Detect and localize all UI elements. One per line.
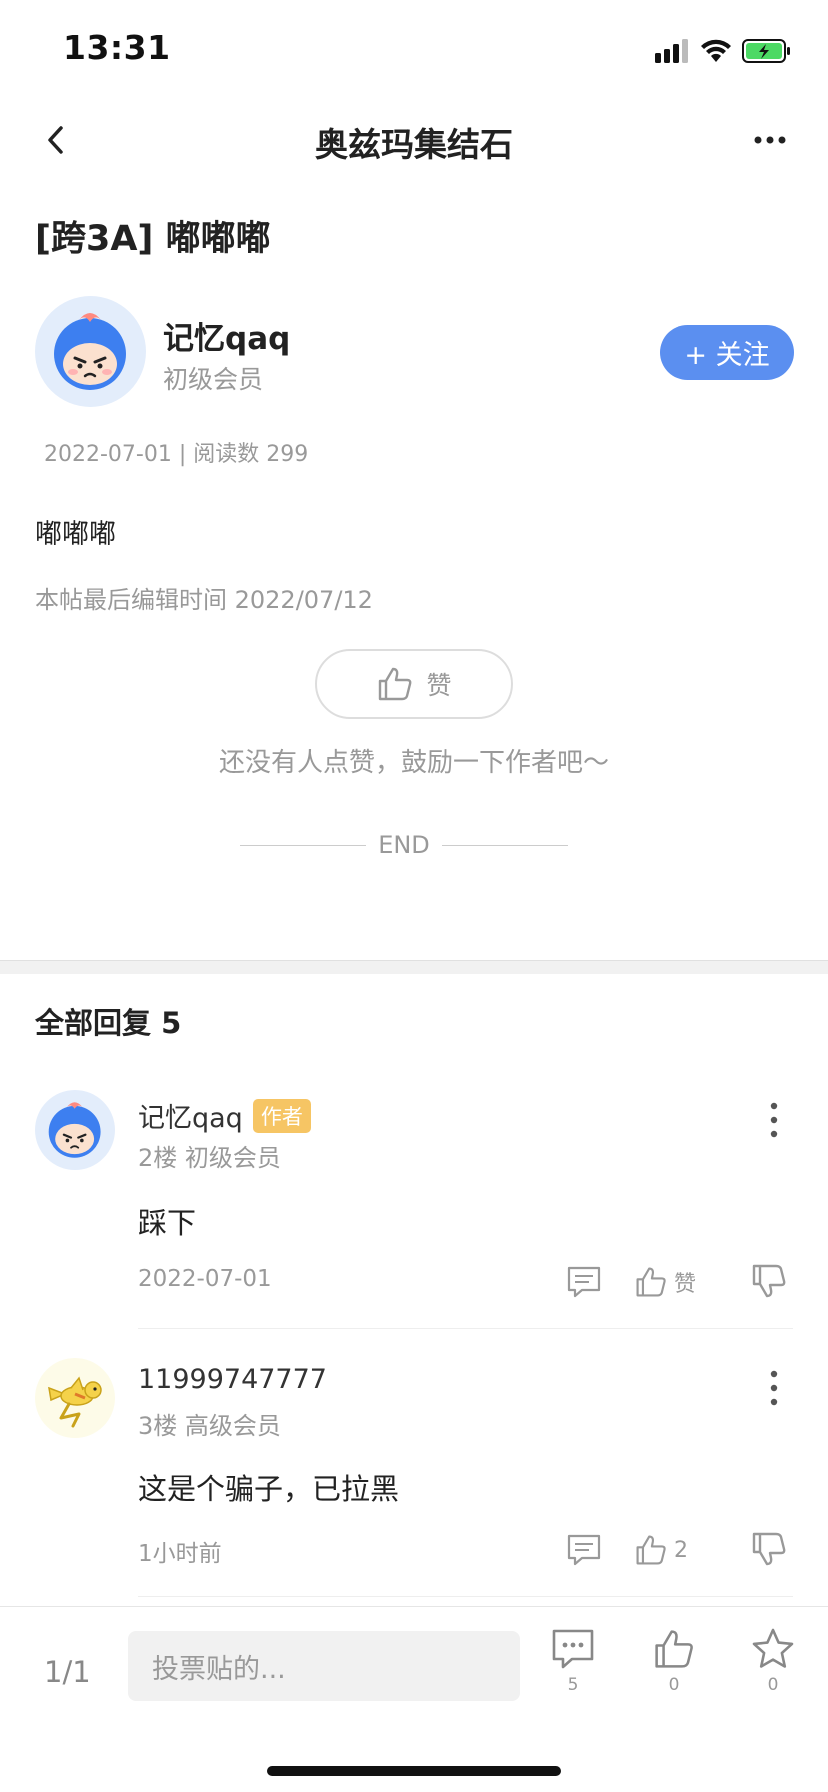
avatar-image <box>54 313 126 390</box>
status-icons <box>654 36 792 66</box>
reply-like-button[interactable]: 赞 <box>634 1262 696 1302</box>
thumbs-up-icon <box>655 1630 693 1668</box>
thumbs-down-icon[interactable] <box>750 1262 788 1300</box>
thumbs-up-icon <box>636 1267 666 1297</box>
follow-button[interactable]: + 关注 <box>660 325 794 380</box>
like-button[interactable]: 0 <box>644 1627 704 1695</box>
more-icon[interactable] <box>750 122 790 158</box>
reply-text: 踩下 <box>138 1206 197 1240</box>
like-label: 赞 <box>426 671 452 700</box>
thumbs-up-icon <box>379 667 412 701</box>
comment-count: 5 <box>567 1675 579 1695</box>
favorite-button[interactable]: 0 <box>743 1627 803 1695</box>
end-label: END <box>378 831 430 859</box>
post-meta: 2022-07-01 | 阅读数 299 <box>44 442 309 467</box>
page-title: 奥兹玛集结石 <box>315 125 513 164</box>
reply-author[interactable]: 记忆qaq 作者 <box>138 1096 311 1135</box>
reply-actions: 赞 <box>560 1260 800 1304</box>
page-indicator[interactable]: 1/1 <box>44 1655 91 1689</box>
divider <box>138 1328 793 1329</box>
end-marker: END <box>240 828 568 862</box>
avatar-image <box>48 1376 102 1428</box>
avatar-image <box>48 1102 101 1158</box>
reply-like-button[interactable]: 2 <box>634 1530 688 1570</box>
comment-input-placeholder: 投票贴的... <box>152 1653 286 1685</box>
reply-like-label: 赞 <box>674 1272 697 1297</box>
post-body: 嘟嘟嘟 <box>35 519 116 550</box>
reply-time: 1小时前 <box>138 1541 222 1567</box>
section-divider <box>0 960 828 974</box>
comment-icon[interactable] <box>566 1532 602 1568</box>
home-indicator <box>267 1766 561 1776</box>
more-icon[interactable] <box>764 1100 784 1140</box>
wifi-icon <box>701 39 731 62</box>
battery-icon <box>742 39 790 63</box>
author-name[interactable]: 记忆qaq <box>163 313 290 358</box>
signal-icon <box>655 39 688 63</box>
thumbs-up-icon <box>636 1535 666 1565</box>
edit-note: 本帖最后编辑时间 2022/07/12 <box>35 586 373 614</box>
status-bar: 13:31 <box>0 0 828 100</box>
reply-author-name: 11999747777 <box>138 1364 327 1395</box>
comment-icon <box>552 1629 594 1669</box>
avatar[interactable] <box>35 296 146 407</box>
reply-author-name: 记忆qaq <box>138 1103 243 1134</box>
reply-item: 11999747777 3楼 高级会员 这是个骗子，已拉黑 1小时前 2 <box>0 1358 828 1598</box>
nav-bar: 奥兹玛集结石 <box>0 100 828 180</box>
reply-floor: 2楼 初级会员 <box>138 1144 281 1172</box>
replies-header: 全部回复 5 <box>35 1006 182 1040</box>
reply-like-count: 2 <box>674 1537 688 1563</box>
author-level: 初级会员 <box>163 365 264 394</box>
avatar[interactable] <box>35 1358 115 1438</box>
comment-input[interactable]: 投票贴的... <box>128 1631 520 1701</box>
reply-text: 这是个骗子，已拉黑 <box>138 1472 400 1506</box>
reply-time: 2022-07-01 <box>138 1266 272 1292</box>
like-hint: 还没有人点赞，鼓励一下作者吧～ <box>218 748 609 778</box>
more-icon[interactable] <box>764 1368 784 1408</box>
star-icon <box>752 1628 794 1668</box>
reply-item: 记忆qaq 作者 2楼 初级会员 踩下 2022-07-01 赞 <box>0 1090 828 1330</box>
reply-author[interactable]: 11999747777 <box>138 1364 327 1395</box>
favorite-count: 0 <box>767 1675 779 1695</box>
divider <box>441 844 568 846</box>
avatar[interactable] <box>35 1090 115 1170</box>
reply-floor: 3楼 高级会员 <box>138 1412 281 1440</box>
reply-actions: 2 <box>560 1528 800 1572</box>
bottom-bar: 1/1 投票贴的... 5 0 0 <box>0 1606 828 1792</box>
author-badge: 作者 <box>252 1099 311 1133</box>
like-post-button[interactable]: 赞 <box>315 649 513 719</box>
like-count: 0 <box>668 1675 680 1695</box>
comments-button[interactable]: 5 <box>543 1627 603 1695</box>
divider <box>138 1596 793 1597</box>
status-time: 13:31 <box>63 28 171 67</box>
post-title: [跨3A] 嘟嘟嘟 <box>35 219 271 259</box>
comment-icon[interactable] <box>566 1264 602 1300</box>
divider <box>240 844 366 846</box>
thumbs-down-icon[interactable] <box>750 1530 788 1568</box>
